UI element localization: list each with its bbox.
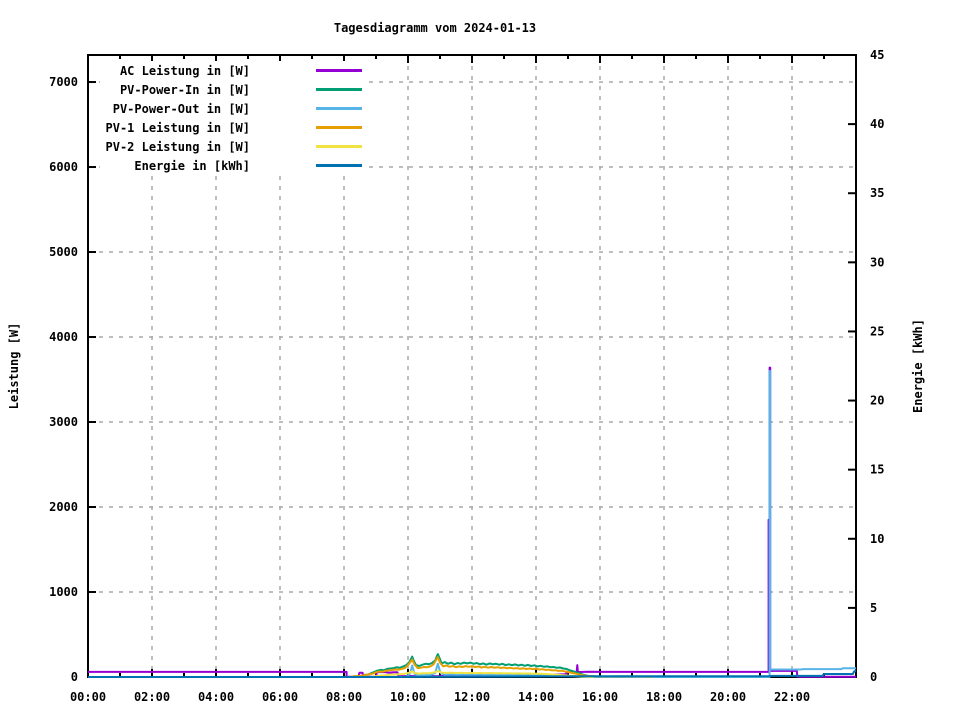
legend-line-sample	[316, 145, 362, 148]
legend-row: PV-2 Leistung in [W]	[100, 137, 368, 156]
x-tick-label: 06:00	[262, 690, 298, 704]
legend-label: PV-1 Leistung in [W]	[105, 120, 251, 135]
x-tick-label: 00:00	[70, 690, 106, 704]
x-tick-label: 20:00	[710, 690, 746, 704]
x-tick-label: 02:00	[134, 690, 170, 704]
x-tick-label: 12:00	[454, 690, 490, 704]
y-left-tick-label: 2000	[49, 500, 78, 514]
legend-label: PV-Power-Out in [W]	[112, 101, 250, 116]
legend-row: PV-Power-Out in [W]	[100, 99, 368, 118]
y-right-tick-label: 25	[870, 324, 884, 338]
legend-row: AC Leistung in [W]	[100, 61, 368, 80]
daily-diagram-page: Tagesdiagramm vom 2024-01-13 Leistung [W…	[0, 0, 960, 720]
x-tick-label: 14:00	[518, 690, 554, 704]
legend-label: PV-Power-In in [W]	[119, 82, 250, 97]
y-left-tick-label: 6000	[49, 160, 78, 174]
y-right-tick-label: 0	[870, 670, 877, 684]
series-line-pv-power-out-in-w	[404, 370, 856, 678]
legend-label: Energie in [kWh]	[134, 158, 250, 173]
legend-row: PV-1 Leistung in [W]	[100, 118, 368, 137]
legend-line-sample	[316, 88, 362, 91]
legend-label: PV-2 Leistung in [W]	[105, 139, 251, 154]
legend-line-sample	[316, 164, 362, 167]
y-left-tick-label: 3000	[49, 415, 78, 429]
y-right-tick-label: 30	[870, 255, 884, 269]
x-tick-label: 04:00	[198, 690, 234, 704]
legend-line-sample	[316, 69, 362, 72]
y-left-tick-label: 0	[71, 670, 78, 684]
x-tick-label: 16:00	[582, 690, 618, 704]
legend-line-sample	[316, 107, 362, 110]
y-left-tick-label: 4000	[49, 330, 78, 344]
x-tick-label: 18:00	[646, 690, 682, 704]
legend-row: PV-Power-In in [W]	[100, 80, 368, 99]
y-right-tick-label: 20	[870, 394, 884, 408]
legend-label: AC Leistung in [W]	[119, 63, 250, 78]
y-right-tick-label: 5	[870, 601, 877, 615]
y-right-tick-label: 10	[870, 532, 884, 546]
chart-legend: AC Leistung in [W] PV-Power-In in [W] PV-P…	[100, 61, 368, 175]
y-right-tick-label: 15	[870, 463, 884, 477]
y-right-tick-label: 40	[870, 117, 884, 131]
y-left-tick-label: 1000	[49, 585, 78, 599]
legend-line-sample	[316, 126, 362, 129]
x-tick-label: 22:00	[774, 690, 810, 704]
y-left-tick-label: 5000	[49, 245, 78, 259]
x-tick-label: 08:00	[326, 690, 362, 704]
y-left-tick-label: 7000	[49, 75, 78, 89]
legend-row: Energie in [kWh]	[100, 156, 368, 175]
y-right-tick-label: 45	[870, 48, 884, 62]
x-tick-label: 10:00	[390, 690, 426, 704]
series-line-ac-leistung-in-w	[88, 366, 856, 678]
y-right-tick-label: 35	[870, 186, 884, 200]
